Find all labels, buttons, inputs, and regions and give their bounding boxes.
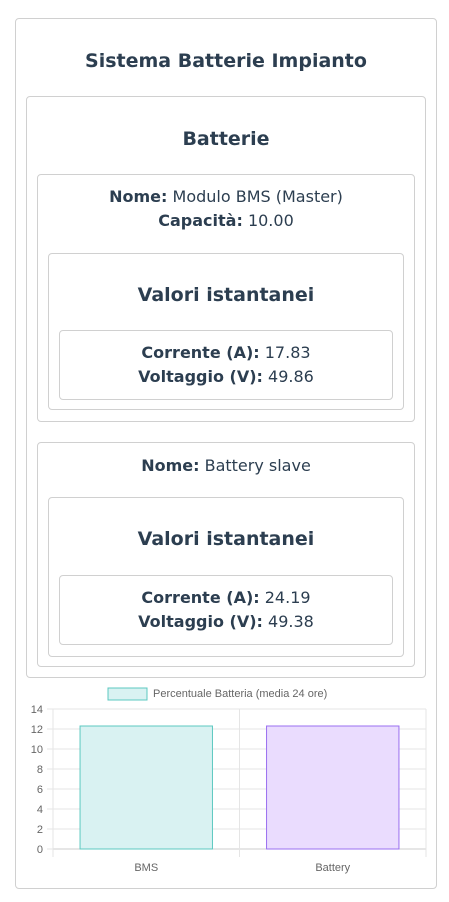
y-tick-label: 2 [37,824,43,836]
battery-card-master: Nome: Modulo BMS (Master) Capacità: 10.0… [37,174,415,422]
legend-swatch [107,687,148,701]
y-tick-label: 14 [31,704,43,716]
current-row: Corrente (A): 17.83 [60,343,392,362]
current-label: Corrente (A): [141,343,260,362]
y-tick-label: 10 [31,744,43,756]
instant-values-box: Corrente (A): 17.83 Voltaggio (V): 49.86 [59,330,393,400]
current-label: Corrente (A): [141,588,260,607]
battery-name-row: Nome: Battery slave [38,456,414,475]
battery-card-slave: Nome: Battery slave Valori istantanei Co… [37,442,415,667]
voltage-value: 49.38 [268,612,314,631]
current-value: 24.19 [264,588,311,607]
battery-percentage-chart: Percentuale Batteria (media 24 ore) 0 2 4 6 8… [31,687,427,874]
page-title: Sistema Batterie Impianto [85,50,367,72]
battery-capacity-row: Capacità: 10.00 [38,211,414,230]
capacity-label: Capacità: [158,211,243,230]
voltage-row: Voltaggio (V): 49.86 [60,367,392,386]
y-tick-label: 4 [37,804,43,816]
voltage-label: Voltaggio (V): [138,612,263,631]
batteries-section: Batterie Nome: Modulo BMS (Master) Capac… [26,96,426,678]
name-label: Nome: [141,456,200,475]
instant-values-title: Valori istantanei [137,284,315,306]
y-tick-label: 0 [37,844,43,856]
x-tick-label: BMS [134,862,158,874]
voltage-label: Voltaggio (V): [138,367,263,386]
battery-name-row: Nome: Modulo BMS (Master) [38,187,414,206]
instant-values-title: Valori istantanei [137,528,315,550]
x-tick-label: Battery [315,862,350,874]
legend-label: Percentuale Batteria (media 24 ore) [153,688,327,700]
y-tick-label: 12 [31,724,43,736]
instant-values-box: Corrente (A): 24.19 Voltaggio (V): 49.38 [59,575,393,645]
battery-name: Modulo BMS (Master) [172,187,343,206]
name-label: Nome: [109,187,168,206]
y-tick-label: 6 [37,784,43,796]
bar-battery [266,725,400,850]
battery-capacity: 10.00 [247,211,294,230]
voltage-row: Voltaggio (V): 49.38 [60,612,392,631]
instant-values-panel: Valori istantanei Corrente (A): 17.83 Vo… [48,253,404,410]
current-value: 17.83 [264,343,311,362]
instant-values-panel: Valori istantanei Corrente (A): 24.19 Vo… [48,497,404,657]
y-tick-label: 8 [37,764,43,776]
voltage-value: 49.86 [268,367,314,386]
batteries-section-title: Batterie [182,128,270,150]
bar-bms [79,725,213,850]
battery-name: Battery slave [204,456,311,475]
current-row: Corrente (A): 24.19 [60,588,392,607]
